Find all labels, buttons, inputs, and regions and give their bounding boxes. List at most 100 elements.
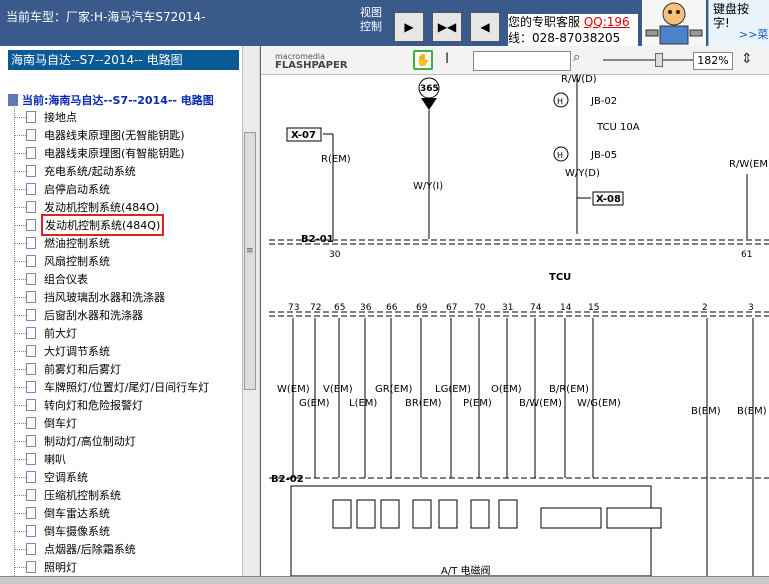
wire-label-wy-i: W/Y(I) [413, 181, 443, 192]
solenoid-box [356, 499, 376, 529]
tree-item[interactable]: 转向灯和危险报警灯 [26, 396, 143, 414]
tree-item-label: 点烟器/后除霜系统 [44, 543, 136, 556]
tree-item[interactable]: 空调系统 [26, 468, 88, 486]
tree-branch [14, 351, 26, 353]
tree-item-label: 制动灯/高位制动灯 [44, 435, 136, 448]
flashpaper-viewer: macromedia FLASHPAPER ✋ I ⌕ 182% ⇕ 365 W… [260, 46, 769, 576]
tree-branch [14, 333, 26, 335]
tree-item-label: 启停启动系统 [44, 183, 110, 196]
document-icon [26, 201, 36, 213]
tree-item[interactable]: 照明灯 [26, 558, 77, 576]
nav-right-button[interactable]: ◀ [470, 12, 500, 42]
tcu-wire-label: GR(EM) [375, 384, 413, 395]
tree-item-label: 接地点 [44, 111, 77, 124]
tree-item[interactable]: 制动灯/高位制动灯 [26, 432, 136, 450]
tree-item[interactable]: 发动机控制系统(484Q) [26, 214, 165, 236]
document-icon [26, 237, 36, 249]
tree-item[interactable]: 倒车摄像系统 [26, 522, 110, 540]
tree-branch [14, 297, 26, 299]
tree-item[interactable]: 后窗刮水器和洗涤器 [26, 306, 143, 324]
tcu-wire-label: W/G(EM) [577, 398, 621, 409]
flashpaper-logo: macromedia FLASHPAPER [275, 52, 348, 71]
tcu-pin: 65 [334, 303, 345, 313]
tree-item[interactable]: 倒车灯 [26, 414, 77, 432]
tree-item[interactable]: 喇叭 [26, 450, 66, 468]
solenoid-box [380, 499, 400, 529]
tree-item-label: 空调系统 [44, 471, 88, 484]
tree-branch [14, 117, 26, 119]
tree-item[interactable]: 电器线束原理图(有智能钥匙) [26, 144, 185, 162]
tree-branch [14, 549, 26, 551]
tree-branch [14, 315, 26, 317]
tree-item[interactable]: 大灯调节系统 [26, 342, 110, 360]
tcu-wire-label: B/W(EM) [519, 398, 562, 409]
more-link[interactable]: >>菜 [739, 28, 768, 42]
tree-branch [14, 261, 26, 263]
tree-item-label: 电器线束原理图(无智能钥匙) [44, 129, 185, 142]
connector-x07-label: X-07 [291, 130, 316, 141]
current-car-model: 当前车型：厂家:H-海马汽车S72014- [6, 10, 206, 24]
tree-branch [14, 135, 26, 137]
solenoid-box [332, 499, 352, 529]
document-icon [26, 327, 36, 339]
document-icon [26, 525, 36, 537]
label-at-solenoid: A/T 电磁阀 [441, 564, 491, 576]
tree-item[interactable]: 前雾灯和后雾灯 [26, 360, 121, 378]
document-icon [26, 399, 36, 411]
search-input[interactable] [473, 51, 571, 71]
tree-item[interactable]: 压缩机控制系统 [26, 486, 121, 504]
tcu-pin: 14 [560, 303, 572, 313]
tree-item[interactable]: 挡风玻璃刮水器和洗涤器 [26, 288, 165, 306]
tree-item[interactable]: 点烟器/后除霜系统 [26, 540, 136, 558]
tree-root[interactable]: 当前:海南马自达--S7--2014-- 电路图 [8, 92, 214, 108]
tree-item[interactable]: 燃油控制系统 [26, 234, 110, 252]
tree-item-label: 车牌照灯/位置灯/尾灯/日间行车灯 [44, 381, 210, 394]
tree-branch [14, 171, 26, 173]
tree-item[interactable]: 车牌照灯/位置灯/尾灯/日间行车灯 [26, 378, 209, 396]
solenoid-box [470, 499, 490, 529]
document-icon [26, 435, 36, 447]
tree-branch [14, 405, 26, 407]
label-b202: B2-02 [271, 474, 304, 485]
document-icon [26, 489, 36, 501]
tree-item[interactable]: 电器线束原理图(无智能钥匙) [26, 126, 185, 144]
tcu-pin: 74 [530, 303, 542, 313]
tree-item-label: 充电系统/起动系统 [44, 165, 136, 178]
tree-header: 海南马自达--S7--2014-- 电路图 [8, 50, 239, 70]
tree-item-label: 挡风玻璃刮水器和洗涤器 [44, 291, 165, 304]
qq-link[interactable]: QQ:196 [584, 15, 630, 29]
tcu-wire-label: W(EM) [277, 384, 310, 395]
wiring-diagram: 365 W/Y(I) X-07 R(EM) R/W(D) H JB-02 TCU… [269, 74, 769, 576]
tcu-pin: 31 [502, 303, 513, 313]
connector-365-label: 365 [420, 84, 439, 94]
tree-scrollbar-thumb[interactable] [244, 132, 256, 390]
tree-item-label: 倒车摄像系统 [44, 525, 110, 538]
search-icon[interactable]: ⌕ [573, 50, 580, 65]
tree-item-label: 喇叭 [44, 453, 66, 466]
document-icon [26, 291, 36, 303]
tree-item[interactable]: 接地点 [26, 108, 77, 126]
tree-branch [14, 279, 26, 281]
tcu-wire-label: BR(EM) [405, 398, 442, 409]
tree-branch [14, 495, 26, 497]
tree-item[interactable]: 前大灯 [26, 324, 77, 342]
nav-left-button[interactable]: ▶ [394, 12, 424, 42]
nav-split-button[interactable]: ▶◀ [432, 12, 462, 42]
tcu-wires: 73 W(EM) 72 G(EM) 65 V(EM) 36 L(EM) 66 GR(EM) 69 BR… [277, 303, 767, 478]
tree-item[interactable]: 风扇控制系统 [26, 252, 110, 270]
arrow-left-icon: ◀ [480, 20, 490, 34]
tree-item[interactable]: 启停启动系统 [26, 180, 110, 198]
hand-tool-button[interactable]: ✋ [413, 50, 433, 70]
tree-branch [14, 423, 26, 425]
text-select-button[interactable]: I [445, 51, 449, 67]
tree-item[interactable]: 充电系统/起动系统 [26, 162, 136, 180]
zoom-level[interactable]: 182% [693, 52, 733, 70]
tree-item-label: 压缩机控制系统 [44, 489, 121, 502]
fit-page-button[interactable]: ⇕ [741, 51, 753, 67]
tree-item[interactable]: 组合仪表 [26, 270, 88, 288]
zoom-slider-thumb[interactable] [655, 53, 663, 67]
tree-item[interactable]: 倒车雷达系统 [26, 504, 110, 522]
zoom-slider[interactable] [603, 59, 693, 61]
document-icon [26, 309, 36, 321]
tree-branch [14, 225, 26, 227]
